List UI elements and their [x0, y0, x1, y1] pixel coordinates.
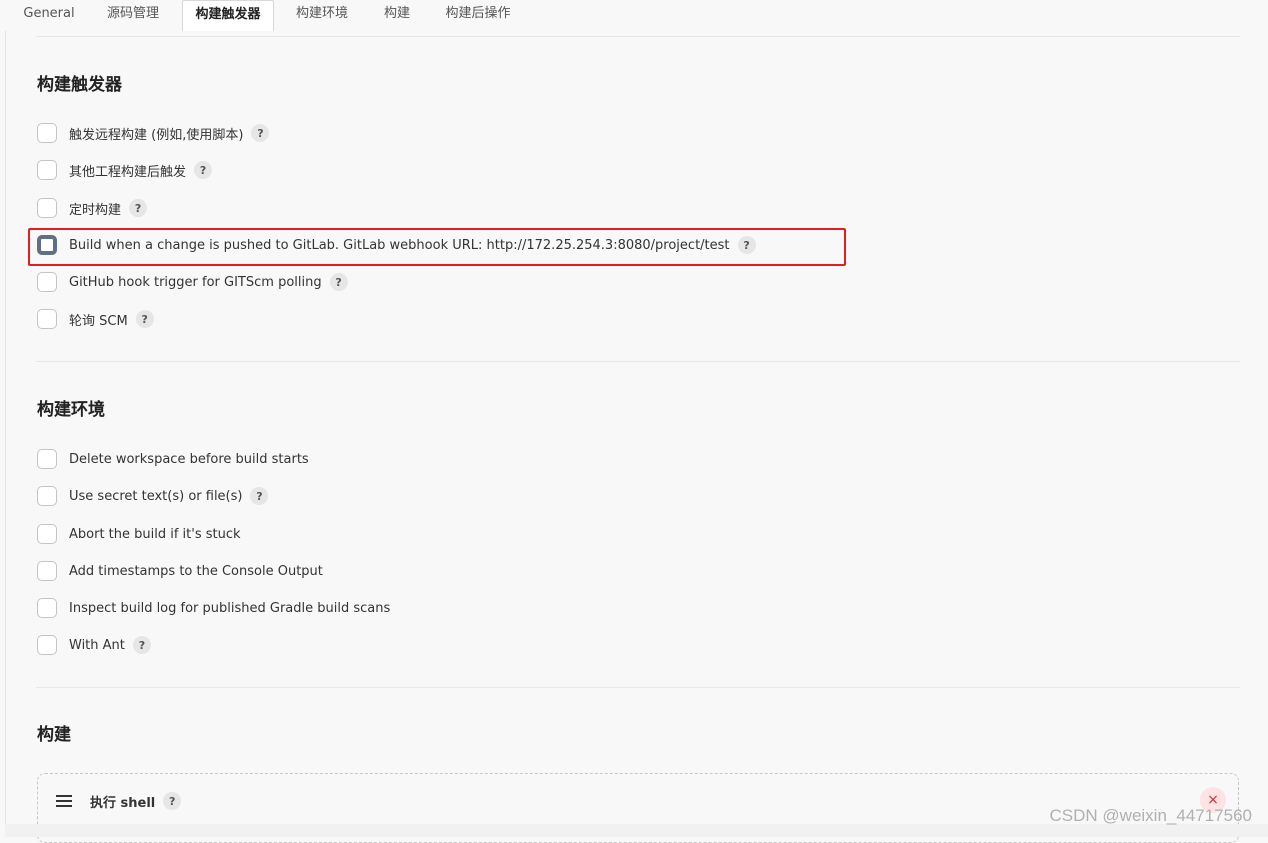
- option-label: 触发远程构建 (例如,使用脚本): [69, 127, 244, 143]
- checkbox[interactable]: [37, 598, 57, 618]
- option-env-with-ant[interactable]: With Ant ?: [37, 633, 151, 657]
- section-divider: [36, 361, 1240, 362]
- tab-general[interactable]: General: [12, 0, 86, 32]
- help-icon[interactable]: ?: [129, 199, 148, 217]
- option-label: 轮询 SCM: [69, 313, 128, 329]
- help-icon[interactable]: ?: [251, 124, 270, 142]
- tab-post-build-actions[interactable]: 构建后操作: [432, 0, 524, 32]
- help-icon[interactable]: ?: [737, 236, 756, 254]
- option-label: Abort the build if it's stuck: [69, 526, 241, 542]
- checkbox[interactable]: [37, 235, 57, 255]
- option-label: With Ant: [69, 637, 125, 653]
- option-trigger-gitlab-push[interactable]: Build when a change is pushed to GitLab.…: [37, 233, 756, 257]
- option-trigger-poll-scm[interactable]: 轮询 SCM ?: [37, 307, 154, 331]
- tab-build-environment[interactable]: 构建环境: [284, 0, 360, 32]
- option-trigger-after-other-projects[interactable]: 其他工程构建后触发 ?: [37, 158, 213, 182]
- help-icon[interactable]: ?: [194, 161, 213, 179]
- option-env-secret-text[interactable]: Use secret text(s) or file(s) ?: [37, 484, 269, 508]
- section-title-build-environment: 构建环境: [37, 400, 105, 420]
- option-label: Add timestamps to the Console Output: [69, 563, 323, 579]
- section-title-build: 构建: [37, 725, 71, 745]
- checkbox[interactable]: [37, 486, 57, 506]
- option-trigger-periodic[interactable]: 定时构建 ?: [37, 196, 148, 220]
- checkbox[interactable]: [37, 449, 57, 469]
- option-label: GitHub hook trigger for GITScm polling: [69, 274, 322, 290]
- build-step-header: 执行 shell ?: [90, 792, 182, 811]
- checkbox[interactable]: [37, 561, 57, 581]
- tab-build-triggers[interactable]: 构建触发器: [182, 0, 274, 32]
- option-label: 定时构建: [69, 202, 122, 218]
- section-title-build-triggers: 构建触发器: [37, 75, 122, 95]
- option-env-timestamps[interactable]: Add timestamps to the Console Output: [37, 559, 323, 583]
- section-divider: [36, 687, 1240, 688]
- option-label: Build when a change is pushed to GitLab.…: [69, 237, 730, 253]
- checkbox[interactable]: [37, 524, 57, 544]
- tab-source-management[interactable]: 源码管理: [96, 0, 170, 32]
- drag-handle-icon[interactable]: [56, 795, 72, 807]
- checkbox[interactable]: [37, 123, 57, 143]
- help-icon[interactable]: ?: [132, 636, 151, 654]
- config-tab-bar: General 源码管理 构建触发器 构建环境 构建 构建后操作: [0, 0, 1268, 32]
- watermark: CSDN @weixin_44717560: [1049, 806, 1252, 825]
- checkbox[interactable]: [37, 272, 57, 292]
- config-panel: [5, 31, 1268, 837]
- option-env-abort-stuck[interactable]: Abort the build if it's stuck: [37, 522, 241, 546]
- option-label: Delete workspace before build starts: [69, 451, 309, 467]
- checkbox[interactable]: [37, 198, 57, 218]
- help-icon[interactable]: ?: [329, 273, 348, 291]
- option-label: Use secret text(s) or file(s): [69, 488, 243, 504]
- build-step-label: 执行 shell: [90, 795, 156, 811]
- help-icon[interactable]: ?: [135, 310, 154, 328]
- option-trigger-remote[interactable]: 触发远程构建 (例如,使用脚本) ?: [37, 121, 270, 145]
- checkbox[interactable]: [37, 309, 57, 329]
- option-env-delete-workspace[interactable]: Delete workspace before build starts: [37, 447, 309, 471]
- tab-build[interactable]: 构建: [372, 0, 422, 32]
- option-env-gradle-scans[interactable]: Inspect build log for published Gradle b…: [37, 596, 390, 620]
- option-label: 其他工程构建后触发: [69, 164, 187, 180]
- checkbox[interactable]: [37, 160, 57, 180]
- panel-top-divider: [36, 36, 1240, 37]
- help-icon[interactable]: ?: [250, 487, 269, 505]
- checkbox[interactable]: [37, 635, 57, 655]
- option-trigger-github-hook[interactable]: GitHub hook trigger for GITScm polling ?: [37, 270, 348, 294]
- option-label: Inspect build log for published Gradle b…: [69, 600, 391, 616]
- help-icon[interactable]: ?: [163, 792, 182, 810]
